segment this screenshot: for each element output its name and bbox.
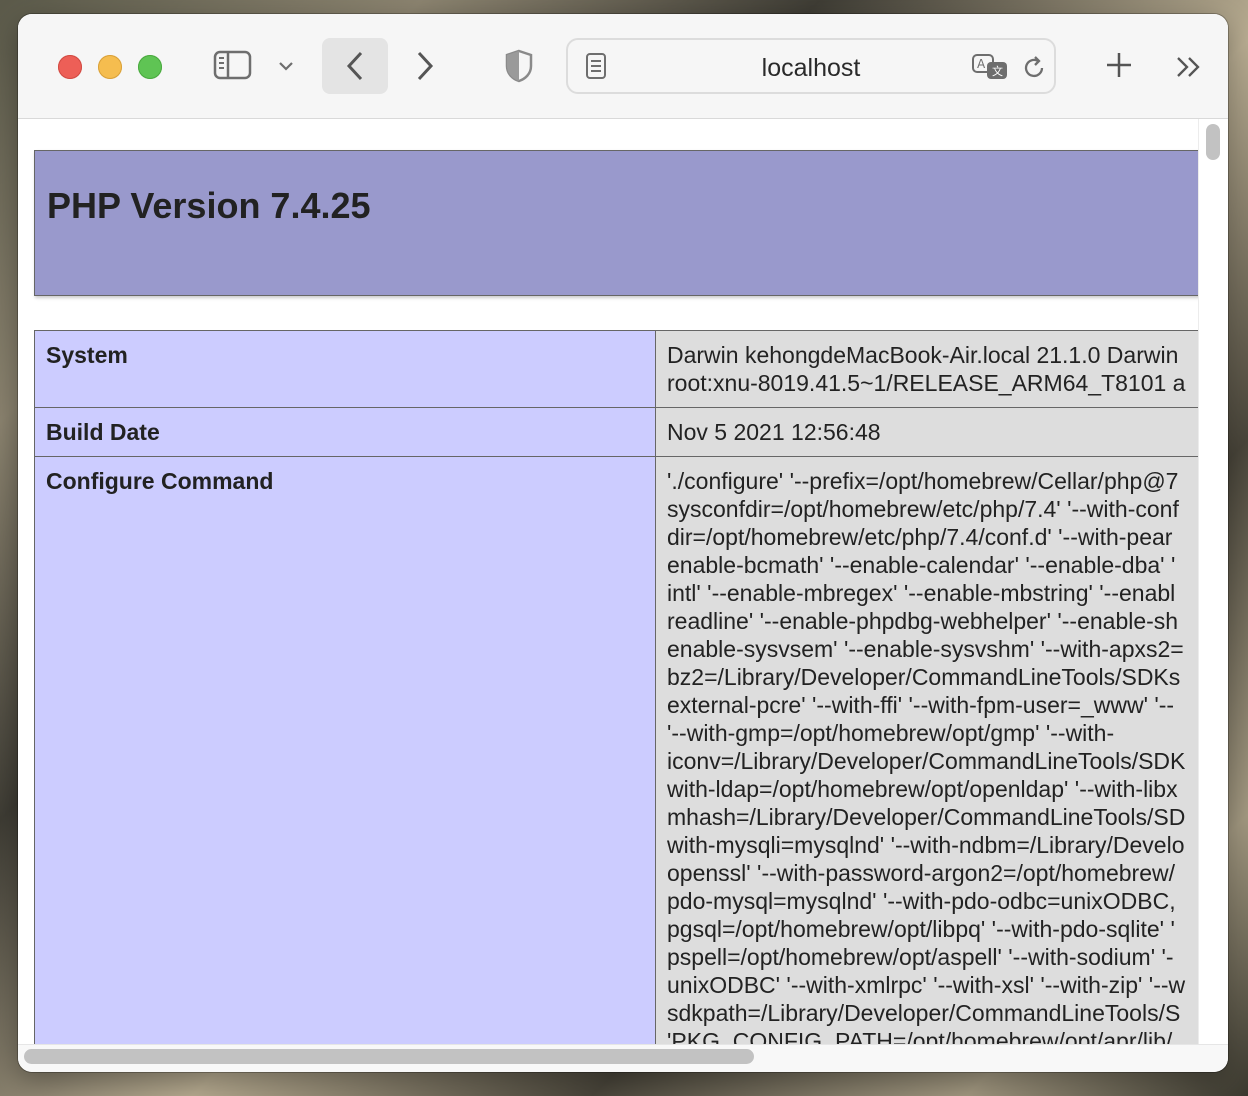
chevron-down-icon[interactable] [276,56,296,76]
value-line: pspell=/opt/homebrew/opt/aspell' '--with… [667,944,1174,970]
vertical-scrollbar-thumb[interactable] [1206,124,1220,160]
value-line: iconv=/Library/Developer/CommandLineTool… [667,748,1186,774]
browser-toolbar: localhost A文 [18,14,1228,119]
php-info-table: System Darwin kehongdeMacBook-Air.local … [34,330,1198,1044]
minimize-window-button[interactable] [98,55,122,79]
value-line: sdkpath=/Library/Developer/CommandLineTo… [667,1000,1181,1026]
row-key: System [35,331,656,407]
horizontal-scrollbar-thumb[interactable] [24,1049,754,1064]
php-version-header: PHP Version 7.4.25 [34,150,1198,296]
page-content: PHP Version 7.4.25 System Darwin kehongd… [18,119,1198,1044]
value-line: sysconfdir=/opt/homebrew/etc/php/7.4' '-… [667,496,1179,522]
back-button[interactable] [322,38,388,94]
table-row: Build Date Nov 5 2021 12:56:48 [35,408,1198,457]
value-line: '--with-gmp=/opt/homebrew/opt/gmp' '--wi… [667,720,1115,746]
browser-window: localhost A文 PHP Version 7.4.25 System D… [18,14,1228,1072]
double-chevron-icon[interactable] [1174,52,1204,82]
forward-button[interactable] [410,50,440,82]
row-key: Configure Command [35,457,656,1044]
value-line: mhash=/Library/Developer/CommandLineTool… [667,804,1186,830]
value-line: openssl' '--with-password-argon2=/opt/ho… [667,860,1175,886]
sidebar-icon[interactable] [212,48,254,82]
address-bar[interactable]: localhost A文 [566,38,1056,94]
value-line: './configure' '--prefix=/opt/homebrew/Ce… [667,468,1179,494]
row-value: './configure' '--prefix=/opt/homebrew/Ce… [656,457,1198,1044]
value-line: root:xnu-8019.41.5~1/RELEASE_ARM64_T8101… [667,370,1186,396]
value-line: unixODBC' '--with-xmlrpc' '--with-xsl' '… [667,972,1186,998]
value-line: Nov 5 2021 12:56:48 [667,419,881,445]
page-title: PHP Version 7.4.25 [47,185,371,226]
value-line: dir=/opt/homebrew/etc/php/7.4/conf.d' '-… [667,524,1173,550]
value-line: readline' '--enable-phpdbg-webhelper' '-… [667,608,1179,634]
svg-text:文: 文 [992,64,1003,78]
value-line: bz2=/Library/Developer/CommandLineTools/… [667,664,1181,690]
value-line: with-ldap=/opt/homebrew/opt/openldap' '-… [667,776,1178,802]
plus-icon[interactable] [1104,50,1134,80]
row-value: Nov 5 2021 12:56:48 [656,408,1198,456]
value-line: with-mysqli=mysqlnd' '--with-ndbm=/Libra… [667,832,1185,858]
close-window-button[interactable] [58,55,82,79]
value-line: pdo-mysql=mysqlnd' '--with-pdo-odbc=unix… [667,888,1176,914]
value-line: enable-bcmath' '--enable-calendar' '--en… [667,552,1176,578]
vertical-scrollbar-track[interactable] [1198,119,1228,1044]
back-arrow-icon [346,51,363,81]
forward-arrow-icon [417,51,434,81]
zoom-window-button[interactable] [138,55,162,79]
value-line: Darwin kehongdeMacBook-Air.local 21.1.0 … [667,342,1179,368]
value-line: intl' '--enable-mbregex' '--enable-mbstr… [667,580,1176,606]
value-line: enable-sysvsem' '--enable-sysvshm' '--wi… [667,636,1184,662]
table-row: Configure Command './configure' '--prefi… [35,457,1198,1044]
svg-text:A: A [977,57,986,71]
privacy-shield-icon[interactable] [502,48,536,84]
value-line: 'PKG_CONFIG_PATH=/opt/homebrew/opt/apr/l… [667,1028,1173,1044]
table-row: System Darwin kehongdeMacBook-Air.local … [35,331,1198,408]
translate-icon[interactable]: A文 [970,52,1010,82]
value-line: external-pcre' '--with-ffi' '--with-fpm-… [667,692,1175,718]
reload-icon[interactable] [1020,54,1048,82]
row-key: Build Date [35,408,656,456]
row-value: Darwin kehongdeMacBook-Air.local 21.1.0 … [656,331,1198,407]
value-line: pgsql=/opt/homebrew/opt/libpq' '--with-p… [667,916,1175,942]
